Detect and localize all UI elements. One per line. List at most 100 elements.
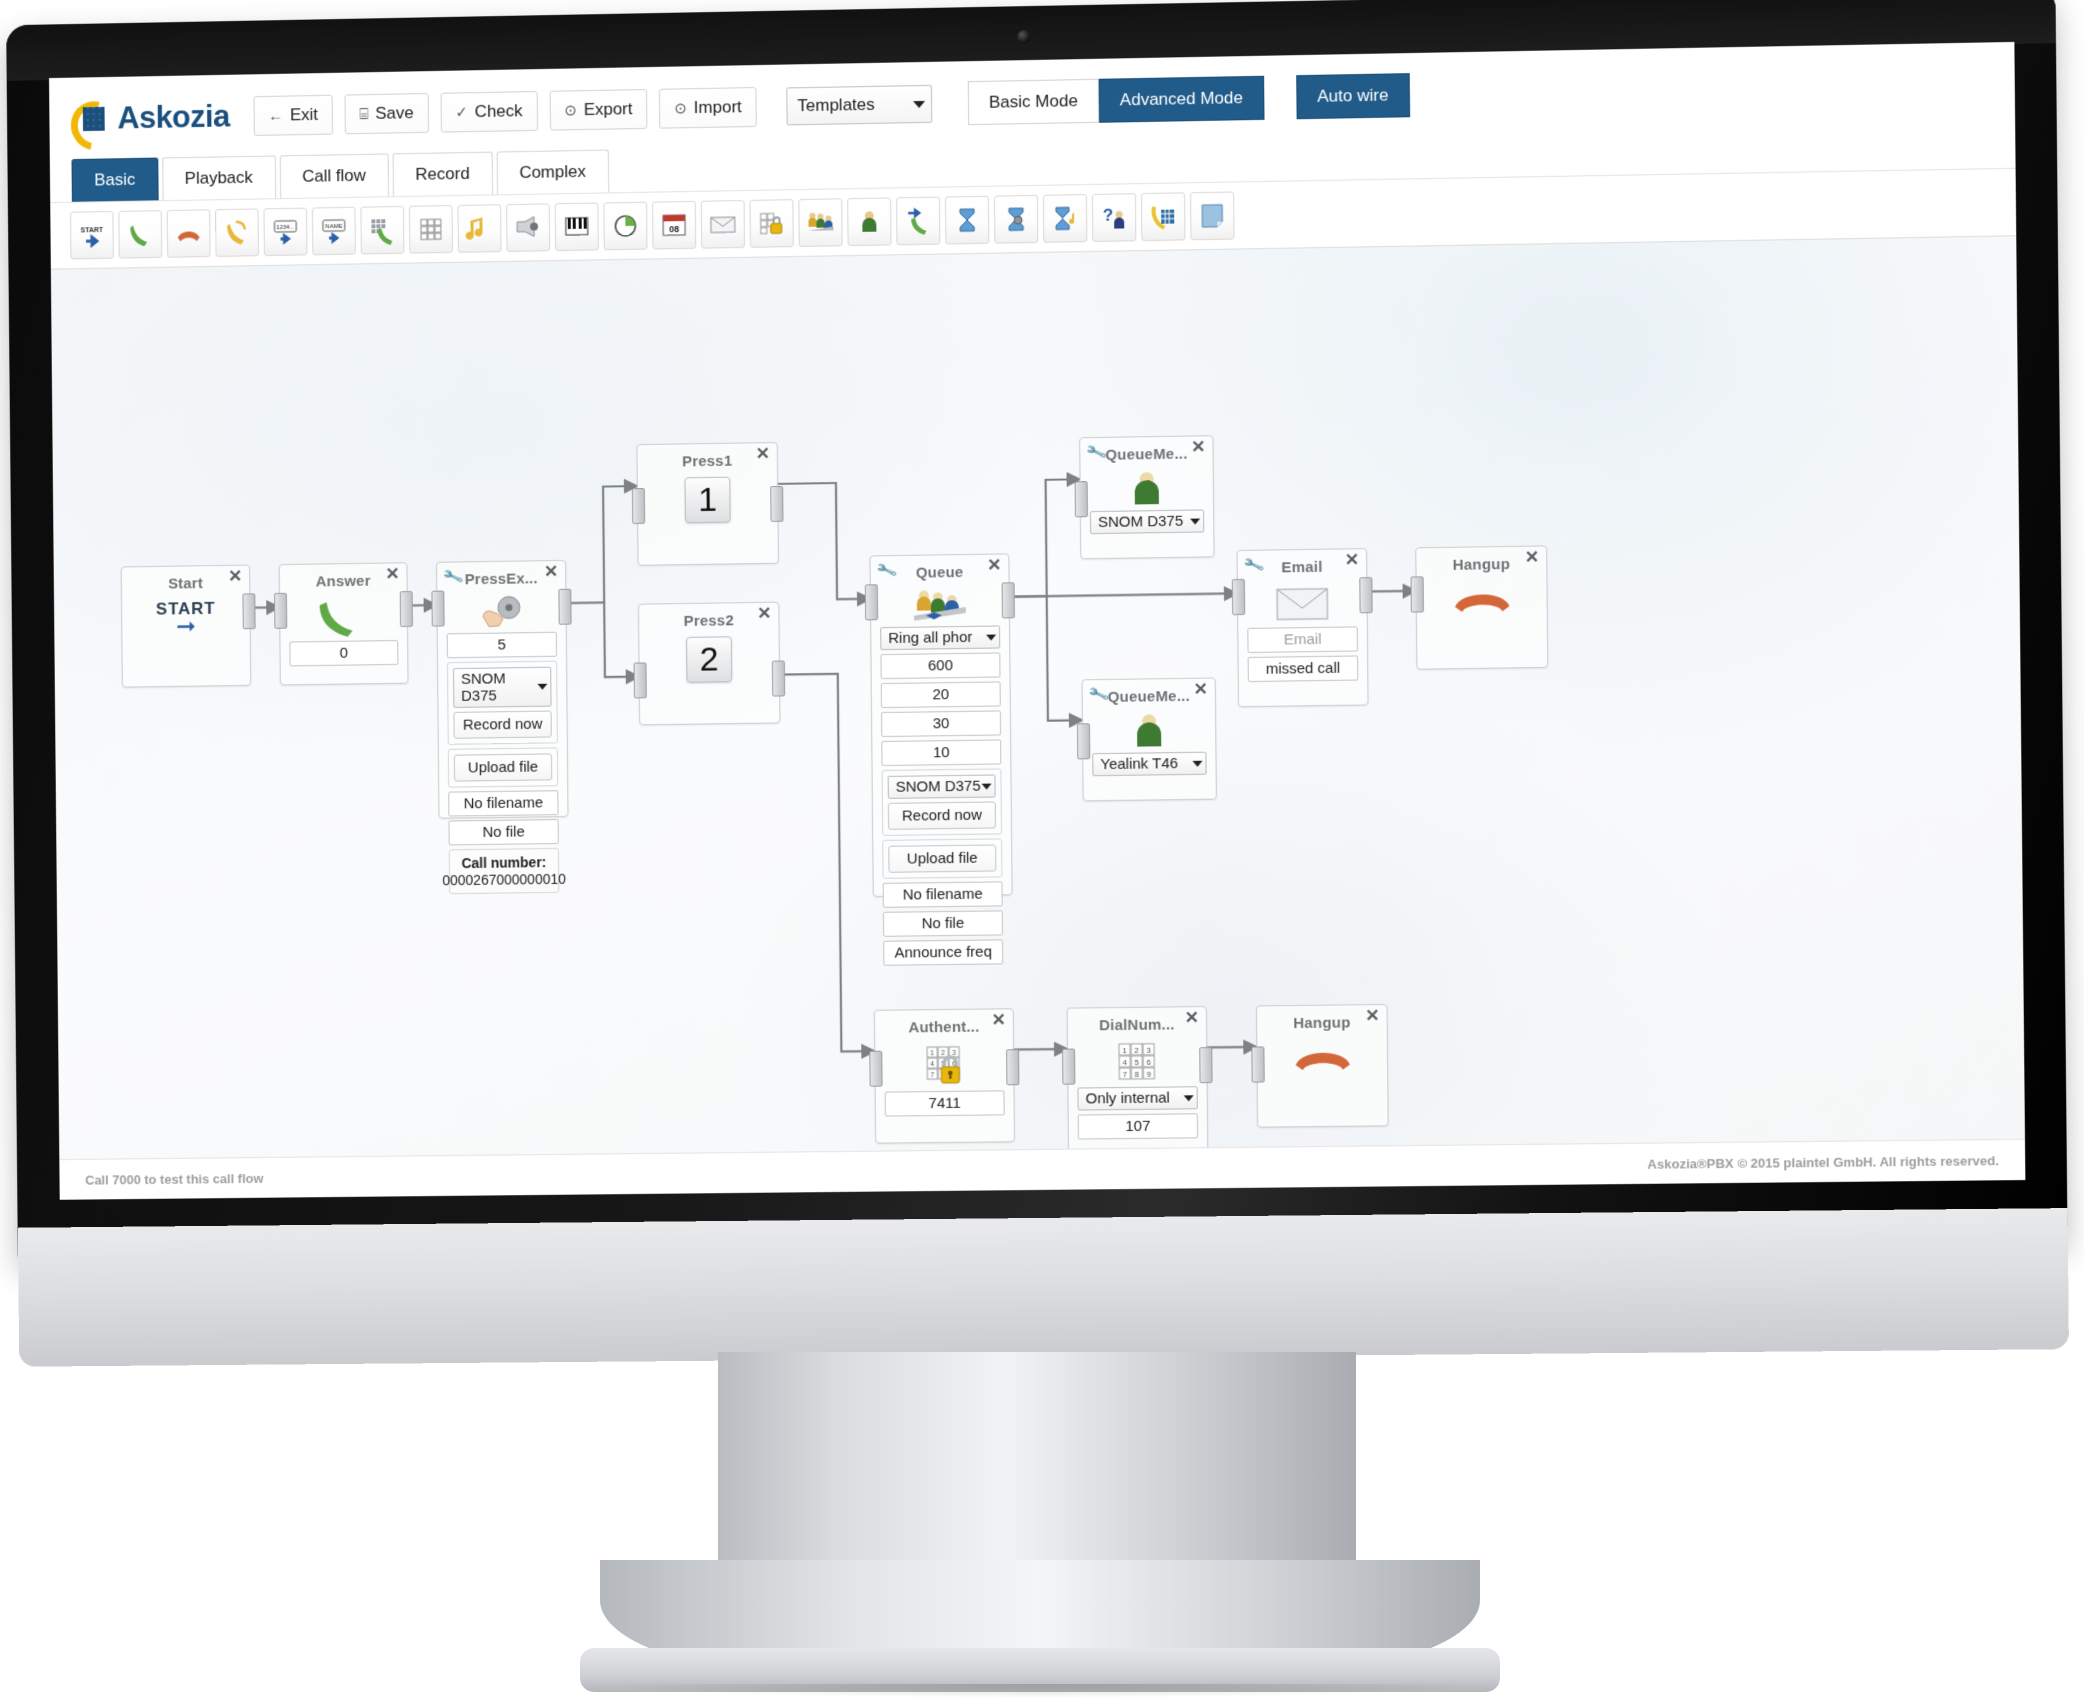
palette-start-icon[interactable]: START: [70, 211, 114, 259]
tab-call-flow[interactable]: Call flow: [279, 153, 388, 198]
queue-announce-input[interactable]: Announce freq: [883, 939, 1003, 965]
node-start[interactable]: Start ✕ START ➞: [121, 565, 251, 688]
upload-file-button[interactable]: Upload file: [454, 753, 552, 781]
callflow-canvas[interactable]: Start ✕ START ➞ Answer ✕ 0 🔧 PressEx... …: [51, 236, 2025, 1159]
close-icon[interactable]: ✕: [1191, 438, 1205, 455]
node-queue-member-2[interactable]: 🔧 QueueMe... ✕ Yealink T46: [1082, 677, 1217, 801]
press-timeout-input[interactable]: 5: [447, 632, 557, 658]
node-hangup-1[interactable]: Hangup ✕: [1415, 545, 1548, 669]
palette-hangup-handset-icon[interactable]: [167, 209, 211, 257]
close-icon[interactable]: ✕: [1193, 681, 1207, 698]
email-to-input[interactable]: Email: [1247, 626, 1358, 653]
palette-dialplan-icon[interactable]: [1141, 192, 1186, 241]
output-port[interactable]: [1359, 577, 1372, 613]
palette-hourglass-icon[interactable]: [945, 196, 989, 245]
palette-hourglass-music-icon[interactable]: [1043, 194, 1087, 243]
wrench-icon[interactable]: 🔧: [875, 558, 899, 581]
input-port[interactable]: [1411, 576, 1424, 612]
input-port[interactable]: [1232, 579, 1245, 615]
palette-megaphone-icon[interactable]: [506, 203, 550, 252]
close-icon[interactable]: ✕: [228, 568, 242, 585]
advanced-mode-button[interactable]: Advanced Mode: [1099, 76, 1265, 123]
output-port[interactable]: [242, 593, 255, 629]
input-port[interactable]: [1075, 481, 1088, 517]
node-email[interactable]: 🔧 Email ✕ Email missed call: [1237, 548, 1369, 707]
output-port[interactable]: [1199, 1047, 1212, 1083]
auto-wire-button[interactable]: Auto wire: [1296, 73, 1410, 119]
check-button[interactable]: ✓ Check: [440, 91, 537, 133]
tab-basic[interactable]: Basic: [71, 158, 158, 202]
output-port[interactable]: [1006, 1049, 1019, 1085]
node-queue-member-1[interactable]: 🔧 QueueMe... ✕ SNOM D375: [1079, 435, 1214, 559]
export-button[interactable]: ⊙ Export: [549, 89, 647, 131]
node-press1[interactable]: Press1 ✕ 1: [636, 442, 778, 566]
tab-record[interactable]: Record: [392, 152, 492, 197]
queue-timeout-input[interactable]: 600: [880, 652, 1000, 679]
close-icon[interactable]: ✕: [1525, 549, 1540, 566]
palette-keypad-icon[interactable]: [409, 205, 453, 254]
close-icon[interactable]: ✕: [544, 563, 558, 580]
close-icon[interactable]: ✕: [385, 565, 399, 582]
exit-button[interactable]: ← Exit: [253, 95, 333, 136]
close-icon[interactable]: ✕: [757, 605, 771, 622]
basic-mode-button[interactable]: Basic Mode: [968, 79, 1099, 125]
palette-dial-handset-icon[interactable]: [360, 206, 404, 255]
palette-answer-handset-icon[interactable]: [118, 210, 162, 258]
dial-scope-select[interactable]: Only internal: [1077, 1086, 1197, 1110]
palette-piano-keys-icon[interactable]: [555, 203, 599, 252]
input-port[interactable]: [1251, 1046, 1264, 1082]
queue-wrapup-input[interactable]: 30: [881, 710, 1001, 737]
queue-upload-file-button[interactable]: Upload file: [888, 844, 996, 872]
close-icon[interactable]: ✕: [1185, 1009, 1199, 1026]
save-button[interactable]: ⌸ Save: [344, 93, 428, 134]
palette-note-page-icon[interactable]: [1190, 191, 1235, 240]
palette-queue-member-icon[interactable]: [847, 197, 891, 246]
palette-envelope-icon[interactable]: [701, 200, 745, 249]
tab-complex[interactable]: Complex: [496, 150, 609, 195]
input-port[interactable]: [1077, 723, 1090, 759]
queue-weight-input[interactable]: 10: [881, 739, 1001, 766]
input-port[interactable]: [632, 488, 645, 524]
close-icon[interactable]: ✕: [756, 445, 770, 462]
output-port[interactable]: [400, 591, 413, 627]
palette-transfer-handset-icon[interactable]: [215, 208, 259, 256]
palette-play-name-icon[interactable]: NAME: [312, 207, 356, 255]
queue-record-device-select[interactable]: SNOM D375: [888, 774, 996, 798]
node-dial-number[interactable]: DialNum... ✕ 123 4 5 6 7 8 9 Only intern…: [1067, 1006, 1209, 1159]
queue-member-1-device-select[interactable]: SNOM D375: [1090, 509, 1204, 534]
node-authenticate[interactable]: Authent... ✕ 123 4 5 6 7 7411: [874, 1008, 1015, 1143]
palette-hourglass-gear-icon[interactable]: [994, 195, 1038, 244]
import-button[interactable]: ⊙ Import: [659, 87, 757, 129]
input-port[interactable]: [869, 1051, 882, 1087]
queue-record-now-button[interactable]: Record now: [888, 801, 996, 829]
node-press2[interactable]: Press2 ✕ 2: [638, 602, 780, 726]
output-port[interactable]: [772, 660, 785, 696]
queue-strategy-select[interactable]: Ring all phor: [880, 625, 1000, 650]
email-subject-input[interactable]: missed call: [1248, 655, 1359, 682]
output-port[interactable]: [1002, 582, 1015, 618]
input-port[interactable]: [634, 662, 647, 698]
wrench-icon[interactable]: 🔧: [1242, 553, 1266, 577]
palette-calendar-08-icon[interactable]: 08: [652, 201, 696, 250]
queue-retry-input[interactable]: 20: [881, 681, 1001, 708]
node-press-extension[interactable]: 🔧 PressEx... ✕ 5 SNOM D375 Record now Up…: [436, 560, 568, 819]
node-hangup-2[interactable]: Hangup ✕: [1256, 1004, 1389, 1128]
output-port[interactable]: [558, 589, 571, 625]
dial-number-input[interactable]: 107: [1078, 1113, 1198, 1139]
palette-queue-people-icon[interactable]: [798, 198, 842, 247]
close-icon[interactable]: ✕: [1345, 551, 1359, 568]
close-icon[interactable]: ✕: [1365, 1007, 1379, 1024]
tab-playback[interactable]: Playback: [162, 155, 276, 200]
close-icon[interactable]: ✕: [991, 1011, 1005, 1028]
node-queue[interactable]: 🔧 Queue ✕ Ring all phor 600 20 30 10 SNO…: [870, 553, 1013, 897]
node-answer[interactable]: Answer ✕ 0: [279, 562, 409, 685]
palette-keypad-lock-icon[interactable]: [750, 199, 794, 248]
palette-play-number-icon[interactable]: 1234...: [263, 208, 307, 256]
record-now-button[interactable]: Record now: [453, 711, 551, 739]
output-port[interactable]: [770, 486, 783, 522]
record-device-select[interactable]: SNOM D375: [453, 667, 552, 708]
templates-select[interactable]: Templates: [786, 85, 932, 126]
palette-goto-handset-icon[interactable]: [896, 197, 940, 246]
input-port[interactable]: [1062, 1049, 1075, 1085]
answer-delay-input[interactable]: 0: [289, 640, 398, 666]
